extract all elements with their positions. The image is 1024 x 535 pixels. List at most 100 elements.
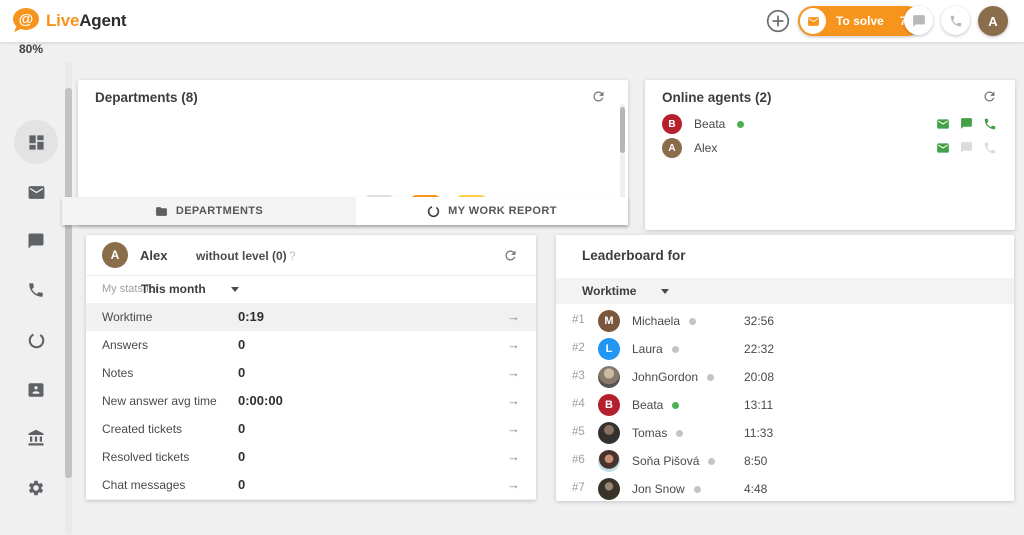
refresh-button[interactable] xyxy=(503,248,518,263)
agent-name: Alex xyxy=(694,141,718,155)
tab-my-work-report[interactable]: MY WORK REPORT xyxy=(356,197,628,225)
status-dot xyxy=(693,485,701,493)
stat-label: Created tickets xyxy=(102,422,183,436)
leaderboard-row[interactable]: #1 M Michaela 32:56 xyxy=(556,307,1014,335)
mail-icon xyxy=(28,185,44,199)
arrow-right-icon[interactable]: → xyxy=(507,421,520,436)
arrow-right-icon[interactable]: → xyxy=(507,477,520,492)
stat-row[interactable]: Notes 0 → xyxy=(86,359,536,388)
mail-icon xyxy=(937,119,949,129)
status-dot xyxy=(676,429,684,437)
sidebar-item-work-report[interactable] xyxy=(14,318,58,362)
help-icon[interactable]: ? xyxy=(289,249,296,263)
agent-avatar-photo xyxy=(598,478,620,500)
leaderboard-row[interactable]: #5 Tomas 11:33 xyxy=(556,419,1014,447)
agent-avatar: B xyxy=(598,394,620,416)
dashboard-icon xyxy=(28,134,44,150)
bank-icon xyxy=(28,429,44,446)
chevron-down-icon[interactable] xyxy=(231,287,239,292)
online-agents-panel: Online agents (2) B Beata A Alex xyxy=(645,80,1015,230)
stat-row[interactable]: Worktime 0:19 → xyxy=(86,303,536,332)
online-agents-title: Online agents (2) xyxy=(662,90,772,105)
agent-avatar: B xyxy=(662,114,682,134)
mail-action-button[interactable] xyxy=(936,141,950,155)
worktime-value: 32:56 xyxy=(744,314,775,328)
add-new-button[interactable] xyxy=(764,7,792,35)
agent-name: Tomas xyxy=(632,426,668,440)
stat-value: 0 xyxy=(238,477,246,492)
status-dot xyxy=(672,401,680,409)
user-avatar[interactable]: A xyxy=(978,6,1008,36)
stat-row[interactable]: Answers 0 → xyxy=(86,331,536,360)
timer-circle-icon xyxy=(427,205,440,217)
chevron-down-icon[interactable] xyxy=(661,289,669,294)
main-scrollbar[interactable] xyxy=(65,62,72,535)
stat-value: 0:19 xyxy=(238,309,265,324)
stat-label: New answer avg time xyxy=(102,394,217,408)
sidebar-item-calls[interactable] xyxy=(14,268,58,312)
stat-row[interactable]: Chat messages 0 → xyxy=(86,471,536,500)
agent-row[interactable]: A Alex xyxy=(645,136,1015,160)
main-scrollbar-thumb[interactable] xyxy=(65,88,72,478)
arrow-right-icon[interactable]: → xyxy=(507,309,520,324)
arrow-right-icon[interactable]: → xyxy=(507,365,520,380)
rank-label: #6 xyxy=(572,454,585,466)
stat-row[interactable]: Created tickets 0 → xyxy=(86,415,536,444)
stat-row[interactable]: Resolved tickets 0 → xyxy=(86,443,536,472)
sidebar-item-dashboard[interactable] xyxy=(14,120,58,164)
call-action-button[interactable] xyxy=(983,117,997,131)
chat-action-button[interactable] xyxy=(960,141,973,155)
agent-avatar: L xyxy=(598,338,620,360)
stat-row[interactable]: New answer avg time 0:00:00 → xyxy=(86,387,536,416)
work-report-panel: A Alex without level (0) ? My stats for … xyxy=(86,235,536,500)
leaderboard-row[interactable]: #7 Jon Snow 4:48 xyxy=(556,475,1014,501)
period-select[interactable]: This month xyxy=(141,282,206,296)
metric-select[interactable]: Worktime xyxy=(582,284,636,298)
sidebar-item-billing[interactable] xyxy=(14,416,58,460)
stat-value: 0 xyxy=(238,449,246,464)
leaderboard-row[interactable]: #4 B Beata 13:11 xyxy=(556,391,1014,419)
worktime-value: 8:50 xyxy=(744,454,768,468)
agent-avatar: M xyxy=(598,310,620,332)
sidebar-item-tickets[interactable] xyxy=(14,170,58,214)
leaderboard-metric-row: Worktime xyxy=(556,278,1014,304)
rank-label: #2 xyxy=(572,342,585,354)
contact-card-icon xyxy=(28,383,44,397)
stat-label: Notes xyxy=(102,366,134,380)
timer-circle-icon xyxy=(28,332,44,348)
chat-action-button[interactable] xyxy=(960,117,973,131)
agent-row[interactable]: B Beata xyxy=(645,112,1015,136)
chat-icon xyxy=(961,142,972,153)
panel-scrollbar[interactable] xyxy=(620,104,625,200)
arrow-right-icon[interactable]: → xyxy=(507,449,520,464)
status-dot xyxy=(671,345,679,353)
logo-text: LiveAgent xyxy=(46,10,127,30)
stat-value: 0 xyxy=(238,365,246,380)
leaderboard-row[interactable]: #6 Soňa Pišová 8:50 xyxy=(556,447,1014,475)
rank-label: #7 xyxy=(572,482,585,494)
arrow-right-icon[interactable]: → xyxy=(507,337,520,352)
arrow-right-icon[interactable]: → xyxy=(507,393,520,408)
mail-icon xyxy=(937,143,949,153)
agent-avatar: A xyxy=(662,138,682,158)
stat-label: Worktime xyxy=(102,310,153,324)
refresh-button[interactable] xyxy=(982,89,997,104)
stat-label: Resolved tickets xyxy=(102,450,190,464)
liveagent-dashboard: @ LiveAgent To solve 7 xyxy=(0,0,1024,535)
panel-scrollbar-thumb[interactable] xyxy=(620,107,625,153)
refresh-button[interactable] xyxy=(591,89,606,104)
header-calls-button[interactable] xyxy=(941,6,970,35)
call-action-button[interactable] xyxy=(983,141,997,155)
header-chats-button[interactable] xyxy=(904,6,933,35)
sidebar-item-settings[interactable] xyxy=(14,466,58,510)
leaderboard-row[interactable]: #2 L Laura 22:32 xyxy=(556,335,1014,363)
tab-departments[interactable]: DEPARTMENTS xyxy=(62,197,356,225)
stat-label: Answers xyxy=(102,338,149,352)
sidebar-item-chats[interactable] xyxy=(14,219,58,263)
liveagent-logo[interactable]: @ LiveAgent xyxy=(10,7,127,34)
agent-avatar-photo xyxy=(598,422,620,444)
sidebar-item-contacts[interactable] xyxy=(14,368,58,412)
stat-label: Chat messages xyxy=(102,478,186,492)
mail-action-button[interactable] xyxy=(936,117,950,131)
leaderboard-row[interactable]: #3 JohnGordon 20:08 xyxy=(556,363,1014,391)
